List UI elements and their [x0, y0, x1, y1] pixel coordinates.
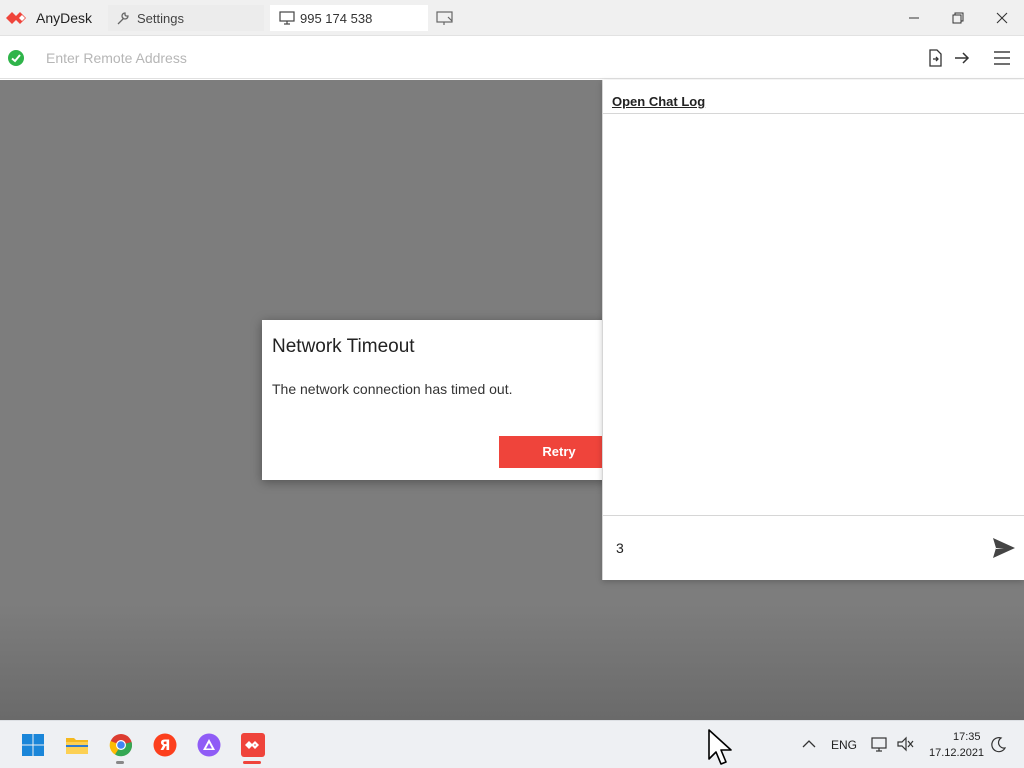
restore-icon	[952, 12, 964, 24]
start-icon[interactable]	[21, 733, 45, 757]
close-button[interactable]	[980, 6, 1024, 30]
send-icon[interactable]	[992, 537, 1016, 559]
alice-icon[interactable]	[197, 733, 221, 757]
tab-settings-label: Settings	[137, 11, 184, 26]
anydesk-active-indicator	[243, 761, 261, 764]
chrome-icon[interactable]	[109, 733, 133, 757]
close-icon	[996, 12, 1008, 24]
mouse-cursor-icon	[708, 729, 732, 765]
network-timeout-dialog: Network Timeout The network connection h…	[262, 320, 622, 480]
connect-arrow-icon[interactable]	[952, 48, 972, 68]
anydesk-logo	[6, 12, 26, 24]
minimize-button[interactable]	[892, 6, 936, 30]
taskbar: Я ENG 17:35 17.12.2021	[0, 720, 1024, 768]
app-name: AnyDesk	[36, 10, 93, 26]
connection-ok-icon	[8, 50, 24, 66]
chevron-up-icon[interactable]	[802, 739, 816, 749]
tab-session-label: 995 174 538	[300, 11, 373, 26]
clock-date[interactable]: 17.12.2021	[929, 747, 984, 759]
clock-time[interactable]: 17:35	[953, 731, 981, 743]
yandex-browser-icon[interactable]: Я	[153, 733, 177, 757]
anydesk-taskbar-icon[interactable]	[241, 733, 265, 757]
file-transfer-icon[interactable]	[925, 48, 945, 68]
address-bar	[0, 37, 1024, 79]
file-explorer-icon[interactable]	[65, 733, 89, 757]
chat-panel: Open Chat Log 3	[602, 80, 1024, 580]
chat-messages	[603, 114, 1024, 515]
language-indicator[interactable]: ENG	[831, 738, 857, 752]
restore-button[interactable]	[936, 6, 980, 30]
new-tab-icon[interactable]	[436, 10, 454, 26]
wrench-icon	[117, 12, 129, 25]
chat-message-input[interactable]: 3	[616, 540, 976, 556]
chrome-running-indicator	[116, 761, 124, 764]
tab-settings[interactable]: Settings	[108, 5, 264, 31]
minimize-icon	[909, 17, 919, 19]
chat-header: Open Chat Log	[603, 80, 1024, 114]
remote-address-input[interactable]	[36, 46, 596, 70]
dialog-title: Network Timeout	[272, 336, 415, 357]
chat-input-area: 3	[603, 515, 1024, 580]
retry-button[interactable]: Retry	[499, 436, 619, 468]
network-icon[interactable]	[871, 736, 889, 752]
volume-muted-icon[interactable]	[897, 736, 915, 752]
svg-text:Я: Я	[160, 738, 171, 754]
tab-session[interactable]: 995 174 538	[270, 5, 428, 31]
focus-moon-icon[interactable]	[990, 737, 1006, 753]
monitor-icon	[279, 11, 295, 25]
menu-icon[interactable]	[992, 48, 1012, 68]
open-chat-log-link[interactable]: Open Chat Log	[612, 94, 705, 109]
dialog-message: The network connection has timed out.	[272, 381, 513, 397]
title-bar: AnyDesk Settings 995 174 538	[0, 0, 1024, 36]
